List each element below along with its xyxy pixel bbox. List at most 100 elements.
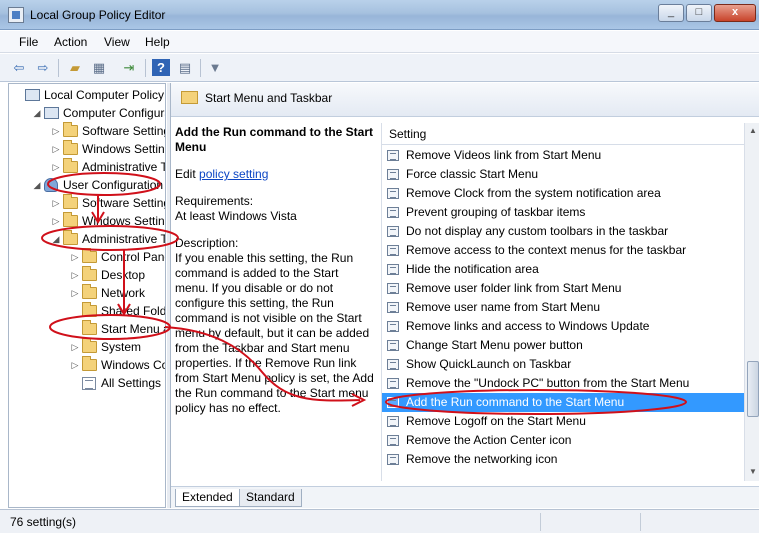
setting-row-label: Remove the Action Center icon [406, 433, 572, 447]
policy-setting-icon [387, 245, 399, 256]
setting-row[interactable]: Remove the "Undock PC" button from the S… [382, 374, 744, 393]
tree-node[interactable]: Shared Folder [9, 302, 165, 320]
requirements-label: Requirements: [175, 194, 254, 208]
tree-node[interactable]: Local Computer Policy [9, 86, 165, 104]
setting-row[interactable]: Remove Videos link from Start Menu [382, 146, 744, 165]
setting-row[interactable]: Prevent grouping of taskbar items [382, 203, 744, 222]
setting-row[interactable]: Force classic Start Menu [382, 165, 744, 184]
collapse-icon[interactable]: ◢ [51, 230, 61, 248]
policy-setting-icon [387, 207, 399, 218]
up-folder-icon[interactable]: ▰ [66, 59, 84, 76]
tree-node[interactable]: ▷ Control Panel [9, 248, 165, 266]
properties-icon[interactable]: ▤ [176, 59, 194, 76]
tree-node[interactable]: Start Menu ar [9, 320, 165, 338]
back-icon[interactable]: ⇦ [10, 59, 28, 76]
policy-setting-icon [387, 264, 399, 275]
setting-row[interactable]: Remove user name from Start Menu [382, 298, 744, 317]
forward-icon[interactable]: ⇨ [34, 59, 52, 76]
expand-icon[interactable]: ▷ [70, 248, 80, 266]
setting-row[interactable]: Remove user folder link from Start Menu [382, 279, 744, 298]
edit-policy-link[interactable]: policy setting [199, 167, 268, 181]
close-button[interactable]: x [714, 4, 756, 22]
expand-icon[interactable]: ▷ [51, 194, 61, 212]
setting-row-label: Remove links and access to Windows Updat… [406, 319, 650, 333]
minimize-button[interactable]: _ [658, 4, 684, 22]
expand-icon[interactable]: ▷ [70, 284, 80, 302]
tab-standard[interactable]: Standard [239, 489, 302, 507]
setting-row[interactable]: Remove Logoff on the Start Menu [382, 412, 744, 431]
setting-row[interactable]: Remove Clock from the system notificatio… [382, 184, 744, 203]
expand-icon[interactable]: ▷ [51, 158, 61, 176]
policy-setting-icon [387, 321, 399, 332]
setting-title: Add the Run command to the Start Menu [175, 125, 373, 154]
tree-node[interactable]: ◢ Administrative Te [9, 230, 165, 248]
tree-node-label: Windows Setting [82, 142, 166, 156]
export-list-icon[interactable]: ⇥ [120, 59, 138, 76]
policy-setting-icon [387, 435, 399, 446]
setting-row[interactable]: Add the Run command to the Start Menu [382, 393, 744, 412]
tree-node[interactable]: ◢ Computer Configura [9, 104, 165, 122]
setting-row-label: Show QuickLaunch on Taskbar [406, 357, 572, 371]
policy-setting-icon [387, 416, 399, 427]
tree-node[interactable]: ▷ Software Settings [9, 122, 165, 140]
folder-icon [63, 122, 78, 137]
folder-icon [82, 284, 97, 299]
settings-list: Setting Remove Videos link from Start Me… [381, 123, 759, 481]
setting-row[interactable]: Do not display any custom toolbars in th… [382, 222, 744, 241]
folder-icon [82, 302, 97, 317]
collapse-icon[interactable]: ◢ [32, 176, 42, 194]
setting-row[interactable]: Remove the Action Center icon [382, 431, 744, 450]
show-hide-tree-icon[interactable]: ▦ [90, 59, 108, 76]
tree-node[interactable]: ▷ Windows Setting [9, 140, 165, 158]
expand-icon[interactable]: ▷ [70, 266, 80, 284]
scroll-up-icon[interactable]: ▲ [745, 123, 759, 139]
setting-row[interactable]: Hide the notification area [382, 260, 744, 279]
collapse-icon[interactable]: ◢ [32, 104, 42, 122]
expand-icon[interactable]: ▷ [51, 122, 61, 140]
description-text: If you enable this setting, the Run comm… [175, 251, 374, 415]
setting-row[interactable]: Show QuickLaunch on Taskbar [382, 355, 744, 374]
scroll-thumb[interactable] [747, 361, 759, 417]
tree-node-label: Computer Configura [63, 106, 166, 120]
scroll-down-icon[interactable]: ▼ [745, 464, 759, 480]
setting-row[interactable]: Change Start Menu power button [382, 336, 744, 355]
expand-icon[interactable]: ▷ [70, 338, 80, 356]
tree-node-label: Control Panel [101, 250, 165, 264]
policy-setting-icon [387, 188, 399, 199]
tree-node-label: Network [101, 286, 146, 300]
tree-node[interactable]: ▷ System [9, 338, 165, 356]
menu-help[interactable]: Help [145, 35, 170, 49]
setting-row[interactable]: Remove links and access to Windows Updat… [382, 317, 744, 336]
status-text: 76 setting(s) [10, 515, 77, 529]
tab-extended[interactable]: Extended [175, 489, 240, 507]
menu-file[interactable]: File [19, 35, 38, 49]
list-icon [82, 377, 96, 390]
policy-setting-icon [387, 302, 399, 313]
setting-row[interactable]: Remove the networking icon [382, 450, 744, 469]
app-icon [8, 7, 24, 23]
vertical-scrollbar[interactable]: ▲ ▼ [744, 123, 759, 481]
tree-node[interactable]: ◢ User Configuration [9, 176, 165, 194]
expand-icon[interactable]: ▷ [51, 212, 61, 230]
filter-icon[interactable]: ▼ [206, 59, 224, 76]
tree-node[interactable]: ▷ Software Settings [9, 194, 165, 212]
tree-node-label: Administrative Te [82, 160, 166, 174]
tree-node[interactable]: ▷ Windows Cor [9, 356, 165, 374]
column-header-setting[interactable]: Setting [382, 123, 744, 145]
tree-node[interactable]: ▷ Administrative Te [9, 158, 165, 176]
requirements: Requirements: At least Windows Vista [175, 194, 375, 224]
tree-node[interactable]: ▷ Desktop [9, 266, 165, 284]
title-bar: Local Group Policy Editor _ □ x [0, 0, 759, 30]
maximize-button[interactable]: □ [686, 4, 712, 22]
tree-node[interactable]: ▷ Network [9, 284, 165, 302]
expand-icon[interactable]: ▷ [51, 140, 61, 158]
expand-icon[interactable]: ▷ [70, 356, 80, 374]
edit-prefix: Edit [175, 167, 196, 181]
computer-icon [25, 89, 40, 101]
menu-view[interactable]: View [104, 35, 130, 49]
tree-node[interactable]: All Settings [9, 374, 165, 392]
menu-action[interactable]: Action [54, 35, 87, 49]
setting-row[interactable]: Remove access to the context menus for t… [382, 241, 744, 260]
help-icon[interactable]: ? [152, 59, 170, 76]
tree-node[interactable]: ▷ Windows Setting [9, 212, 165, 230]
